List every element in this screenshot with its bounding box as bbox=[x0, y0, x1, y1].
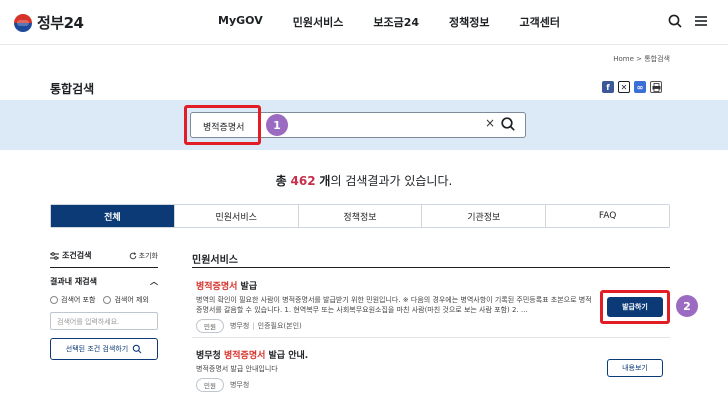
search-submit-icon[interactable] bbox=[500, 116, 516, 132]
x-icon[interactable]: ✕ bbox=[618, 81, 630, 93]
section-divider bbox=[192, 267, 670, 268]
result-org: 병무청 bbox=[229, 322, 250, 330]
search-icon[interactable] bbox=[667, 13, 683, 29]
result-title[interactable]: 병무청 병적증명서 발급 안내. bbox=[196, 348, 596, 361]
print-icon[interactable] bbox=[650, 81, 662, 93]
result-title-highlight: 병적증명서 bbox=[196, 282, 238, 292]
breadcrumb-bar: Home > 통합검색 bbox=[0, 44, 728, 72]
result-type-badge: 민원 bbox=[196, 319, 224, 333]
breadcrumb-separator: > bbox=[636, 55, 642, 63]
section-title-civil-services: 민원서비스 bbox=[192, 255, 238, 266]
filter-title: 조건검색 bbox=[50, 250, 91, 261]
result-description: 병적증명서 발급 안내입니다 bbox=[196, 365, 278, 373]
breadcrumb-home[interactable]: Home bbox=[613, 55, 634, 63]
result-title-rest: 발급 bbox=[237, 282, 258, 292]
tab-policy-info[interactable]: 정책정보 bbox=[297, 205, 422, 227]
annotation-step-2: 2 bbox=[676, 295, 698, 317]
result-count: 총 462 개의 검색결과가 있습니다. bbox=[0, 172, 728, 189]
radio-include[interactable]: 검색어 포함 bbox=[50, 295, 95, 305]
result-tags: 민원 병무청 bbox=[196, 378, 596, 392]
refresh-icon bbox=[129, 251, 136, 259]
result-tags: 민원 병무청 | 인증필요(본인) bbox=[196, 319, 596, 333]
refine-mode: 검색어 포함 검색어 제외 bbox=[50, 295, 158, 305]
result-divider bbox=[192, 337, 670, 338]
filter-reset[interactable]: 초기화 bbox=[129, 251, 158, 261]
annotation-step-1: 1 bbox=[266, 114, 288, 136]
result-type-badge: 민원 bbox=[196, 378, 224, 392]
radio-exclude[interactable]: 검색어 제외 bbox=[103, 295, 149, 305]
condition-filter: 조건검색 초기화 결과내 재검색 ︿ 검색어 포함 검색어 제외 검색어를 입력… bbox=[50, 250, 158, 360]
nav-customer-center[interactable]: 고객센터 bbox=[519, 14, 559, 30]
facebook-icon[interactable]: f bbox=[602, 81, 614, 93]
tab-faq[interactable]: FAQ bbox=[545, 205, 669, 227]
nav-policy-info[interactable]: 정책정보 bbox=[449, 14, 489, 30]
filter-header: 조건검색 초기화 bbox=[50, 250, 158, 268]
nav-subsidy24[interactable]: 보조금24 bbox=[373, 14, 419, 30]
result-title-rest: 발급 안내. bbox=[265, 351, 309, 361]
result-auth-requirement: 인증필요(본인) bbox=[257, 322, 302, 330]
breadcrumb: Home > 통합검색 bbox=[613, 54, 670, 64]
refine-search-title: 결과내 재검색 bbox=[50, 277, 97, 286]
apply-filter-label: 선택된 조건 검색하기 bbox=[65, 345, 129, 353]
annotation-highlight-search bbox=[184, 105, 261, 145]
refine-search-header[interactable]: 결과내 재검색 ︿ bbox=[50, 276, 158, 287]
site-header: 정부24 MyGOV 민원서비스 보조금24 정책정보 고객센터 bbox=[0, 0, 728, 44]
page-title: 통합검색 bbox=[50, 82, 95, 96]
logo-text: 정부24 bbox=[37, 14, 84, 32]
breadcrumb-current: 통합검색 bbox=[644, 55, 670, 63]
tag-separator: | bbox=[252, 322, 255, 330]
link-icon[interactable]: ∞ bbox=[634, 81, 646, 93]
search-icon bbox=[132, 344, 142, 354]
result-description: 병역의 확인이 필요한 사람이 병적증명서를 발급받기 위한 민원입니다. ※ … bbox=[196, 296, 592, 314]
result-title-highlight: 병적증명서 bbox=[223, 351, 266, 361]
taegeuk-logo-icon bbox=[14, 13, 32, 32]
result-title[interactable]: 병적증명서 발급 bbox=[196, 279, 596, 292]
radio-include-label: 검색어 포함 bbox=[61, 296, 96, 304]
result-tabs: 전체 민원서비스 정책정보 기관정보 FAQ bbox=[50, 204, 670, 228]
filter-sliders-icon bbox=[50, 251, 59, 260]
result-item: 병적증명서 발급 병역의 확인이 필요한 사람이 병적증명서를 발급받기 위한 … bbox=[196, 279, 596, 333]
result-count-suffix: 의 검색결과가 있습니다. bbox=[330, 174, 453, 188]
chevron-up-icon: ︿ bbox=[150, 277, 158, 286]
radio-circle-icon bbox=[50, 296, 58, 304]
refine-search-input[interactable]: 검색어를 입력하세요. bbox=[50, 312, 158, 330]
annotation-highlight-issue bbox=[600, 290, 670, 324]
tab-agency-info[interactable]: 기관정보 bbox=[421, 205, 545, 227]
result-title-prefix: 병무청 bbox=[196, 351, 224, 361]
filter-title-text: 조건검색 bbox=[62, 251, 92, 260]
view-details-button[interactable]: 내용보기 bbox=[607, 359, 663, 377]
menu-icon[interactable] bbox=[693, 13, 709, 29]
result-count-number: 462 bbox=[290, 174, 316, 188]
radio-circle-icon bbox=[103, 296, 112, 304]
result-count-unit: 개 bbox=[319, 174, 331, 188]
radio-exclude-label: 검색어 제외 bbox=[114, 296, 149, 304]
tab-all[interactable]: 전체 bbox=[51, 205, 174, 227]
apply-filter-button[interactable]: 선택된 조건 검색하기 bbox=[50, 338, 158, 360]
tab-civil-services[interactable]: 민원서비스 bbox=[173, 205, 298, 227]
main-nav: MyGOV 민원서비스 보조금24 정책정보 고객센터 bbox=[218, 14, 590, 30]
filter-reset-label: 초기화 bbox=[138, 251, 158, 260]
result-count-prefix: 총 bbox=[275, 174, 287, 188]
nav-civil-services[interactable]: 민원서비스 bbox=[293, 14, 344, 30]
nav-mygov[interactable]: MyGOV bbox=[218, 14, 263, 30]
site-logo[interactable]: 정부24 bbox=[14, 12, 84, 33]
clear-search-icon[interactable]: × bbox=[485, 116, 495, 130]
result-item: 병무청 병적증명서 발급 안내. 병적증명서 발급 안내입니다 민원 병무청 bbox=[196, 348, 596, 392]
result-org: 병무청 bbox=[229, 381, 250, 389]
